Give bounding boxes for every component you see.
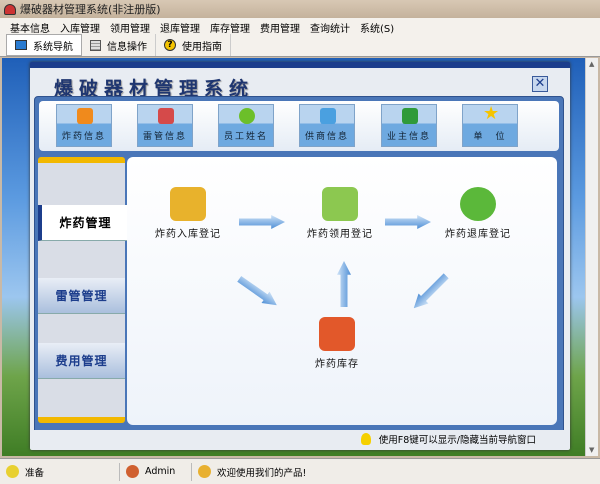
scroll-up-icon[interactable]: ▲ bbox=[589, 60, 594, 68]
node-stock[interactable]: 炸药库存 bbox=[315, 317, 359, 370]
quick-unit[interactable]: ★ 单 位 bbox=[462, 104, 518, 147]
toolbar-info-ops[interactable]: 信息操作 bbox=[82, 34, 156, 56]
quick-detonator-info[interactable]: 雷管信息 bbox=[137, 104, 193, 147]
nav-panel: 炸药信息 雷管信息 员工姓名 供商信息 业主信息 ★ 单 位 炸药管理 雷管管理 … bbox=[34, 96, 564, 446]
toolbar-label: 信息操作 bbox=[107, 41, 147, 53]
menu-system[interactable]: 系统(S) bbox=[356, 18, 400, 35]
user-icon bbox=[126, 465, 139, 478]
status-icon bbox=[6, 465, 19, 478]
node-return[interactable]: 炸药退库登记 bbox=[445, 187, 511, 240]
arrow-right-icon bbox=[239, 215, 285, 229]
node-label: 炸药入库登记 bbox=[155, 229, 221, 240]
books-icon bbox=[322, 187, 358, 221]
scroll-down-icon[interactable]: ▼ bbox=[589, 446, 594, 454]
star-icon: ★ bbox=[483, 103, 502, 124]
arrow-right-icon bbox=[385, 215, 431, 229]
menu-return[interactable]: 退库管理 bbox=[156, 18, 206, 35]
status-text: 准备 bbox=[25, 467, 45, 479]
app-icon bbox=[4, 3, 16, 15]
status-text: 欢迎使用我们的产品! bbox=[217, 467, 307, 479]
toolbar-system-nav[interactable]: 系统导航 bbox=[6, 34, 82, 56]
quick-label: 炸药信息 bbox=[61, 132, 106, 142]
status-ready: 准备 bbox=[0, 462, 120, 481]
toolbar-guide[interactable]: ? 使用指南 bbox=[156, 34, 231, 56]
help-icon: ? bbox=[164, 39, 176, 51]
flow-area: 炸药入库登记 炸药领用登记 炸药退库登记 炸药库存 bbox=[127, 157, 557, 425]
box-icon bbox=[170, 187, 206, 221]
quick-label: 业主信息 bbox=[386, 132, 431, 142]
quick-label: 员工姓名 bbox=[223, 132, 268, 142]
tab-explosive[interactable]: 炸药管理 bbox=[38, 205, 129, 241]
status-text: Admin bbox=[145, 466, 176, 477]
node-use[interactable]: 炸药领用登记 bbox=[307, 187, 373, 240]
arrow-up-icon bbox=[337, 261, 351, 307]
lightbulb-icon bbox=[360, 433, 371, 445]
quick-employee[interactable]: 员工姓名 bbox=[218, 104, 274, 147]
side-tabs: 炸药管理 雷管管理 费用管理 bbox=[38, 157, 129, 423]
node-label: 炸药退库登记 bbox=[445, 229, 511, 240]
books-icon bbox=[402, 108, 418, 124]
vertical-scrollbar[interactable]: ▲ ▼ bbox=[585, 58, 598, 456]
quick-label: 雷管信息 bbox=[142, 132, 187, 142]
grid-icon bbox=[90, 39, 101, 51]
quick-explosive-info[interactable]: 炸药信息 bbox=[56, 104, 112, 147]
status-bar: 准备 Admin 欢迎使用我们的产品! bbox=[0, 458, 600, 484]
people-icon bbox=[198, 465, 211, 478]
menu-basic-info[interactable]: 基本信息 bbox=[6, 18, 56, 35]
status-user: Admin bbox=[120, 462, 192, 481]
chart-icon bbox=[320, 108, 336, 124]
quick-supplier[interactable]: 供商信息 bbox=[299, 104, 355, 147]
toolbar-label: 使用指南 bbox=[182, 41, 222, 53]
book-icon bbox=[158, 108, 174, 124]
tab-detonator[interactable]: 雷管管理 bbox=[38, 278, 125, 314]
menu-stock[interactable]: 库存管理 bbox=[206, 18, 256, 35]
menu-bar: 基本信息 入库管理 领用管理 退库管理 库存管理 费用管理 查询统计 系统(S) bbox=[0, 18, 600, 35]
toolbar-label: 系统导航 bbox=[33, 41, 73, 53]
menu-use[interactable]: 领用管理 bbox=[106, 18, 156, 35]
node-label: 炸药领用登记 bbox=[307, 229, 373, 240]
monitor-icon bbox=[15, 40, 27, 50]
menu-inbound[interactable]: 入库管理 bbox=[56, 18, 106, 35]
house-icon bbox=[77, 108, 93, 124]
user-icon bbox=[239, 108, 255, 124]
quick-bar: 炸药信息 雷管信息 员工姓名 供商信息 业主信息 ★ 单 位 bbox=[39, 101, 559, 151]
hint-text: 使用F8键可以显示/隐藏当前导航窗口 bbox=[378, 435, 536, 446]
node-label: 炸药库存 bbox=[315, 359, 359, 370]
menu-query[interactable]: 查询统计 bbox=[306, 18, 356, 35]
quick-owner[interactable]: 业主信息 bbox=[381, 104, 437, 147]
arrow-down-right-icon bbox=[235, 273, 281, 311]
title-bar: 爆破器材管理系统(非注册版) bbox=[0, 0, 600, 18]
tab-cost[interactable]: 费用管理 bbox=[38, 343, 125, 379]
close-button[interactable]: ✕ bbox=[532, 76, 548, 92]
warehouse-icon bbox=[319, 317, 355, 351]
window-title: 爆破器材管理系统(非注册版) bbox=[20, 3, 161, 16]
user-bag-icon bbox=[460, 187, 496, 221]
quick-label: 供商信息 bbox=[304, 132, 349, 142]
status-welcome: 欢迎使用我们的产品! bbox=[192, 463, 312, 481]
toolbar: 系统导航 信息操作 ? 使用指南 bbox=[0, 34, 600, 57]
arrow-down-left-icon bbox=[409, 271, 451, 313]
hint-bar: 使用F8键可以显示/隐藏当前导航窗口 bbox=[34, 430, 564, 448]
node-inbound[interactable]: 炸药入库登记 bbox=[155, 187, 221, 240]
menu-cost[interactable]: 费用管理 bbox=[256, 18, 306, 35]
navigation-dialog: 爆破器材管理系统 ✕ 炸药信息 雷管信息 员工姓名 供商信息 业主信息 ★ 单 位… bbox=[30, 62, 570, 450]
quick-label: 单 位 bbox=[473, 132, 507, 142]
